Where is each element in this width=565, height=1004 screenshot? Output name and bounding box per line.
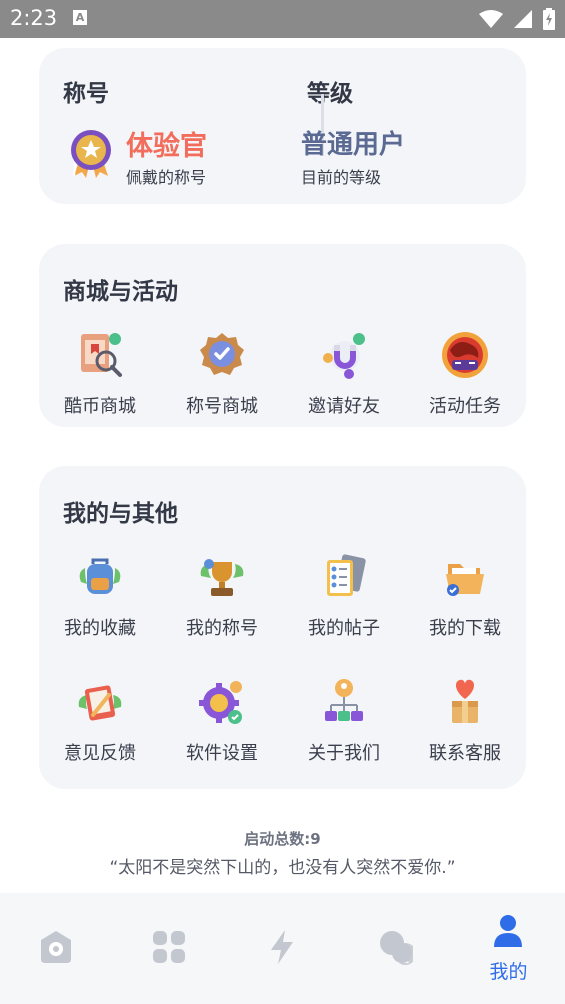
my-titles-label: 我的称号 (186, 618, 258, 639)
nav-apps[interactable] (113, 893, 226, 1004)
battery-icon (543, 8, 555, 30)
title-header: 称号 (63, 81, 109, 107)
status-bar: 2:23 A (0, 0, 565, 38)
notification-a-icon: A (73, 10, 87, 25)
level-header: 等级 (307, 81, 353, 107)
activity-tasks-button[interactable]: 活动任务 (405, 330, 525, 418)
wifi-icon (478, 10, 503, 28)
level-name: 普通用户 (301, 130, 406, 160)
settings-label: 软件设置 (186, 743, 258, 764)
activity-dragon-icon (442, 332, 488, 378)
title-mall-icon (200, 333, 244, 375)
system-icons (474, 8, 555, 30)
invite-friends-button[interactable]: 邀请好友 (284, 330, 404, 418)
contact-support-heart-box-icon (452, 679, 478, 723)
my-favorites-button[interactable]: 我的收藏 (40, 552, 160, 640)
signal-icon (513, 10, 532, 28)
my-downloads-button[interactable]: 我的下载 (405, 552, 525, 640)
bottom-nav: 我的 (0, 893, 565, 1004)
daily-quote: “太阳不是突然下山的，也没有人突然不爱你.” (109, 858, 456, 878)
contact-support-label: 联系客服 (429, 743, 501, 764)
my-downloads-folder-icon (446, 564, 484, 596)
about-us-button[interactable]: 关于我们 (284, 677, 404, 765)
nav-mine[interactable]: 我的 (452, 893, 565, 1004)
user-profile-icon (494, 915, 522, 947)
title-mall-button[interactable]: 称号商城 (162, 330, 282, 418)
about-us-label: 关于我们 (308, 743, 380, 764)
coin-mall-icon (81, 333, 122, 377)
feedback-label: 意见反馈 (64, 743, 136, 764)
contact-support-button[interactable]: 联系客服 (405, 677, 525, 765)
title-mall-label: 称号商城 (186, 396, 258, 417)
invite-friends-label: 邀请好友 (308, 396, 380, 417)
status-time: 2:23 (10, 6, 58, 30)
profile-card: 称号 等级 (39, 48, 526, 204)
favorites-backpack-icon (79, 558, 121, 594)
nav-home[interactable] (0, 893, 113, 1004)
feedback-pen-icon (78, 685, 122, 721)
coin-mall-label: 酷币商城 (64, 396, 136, 417)
mall-header: 商城与活动 (63, 279, 178, 305)
settings-gear-icon (199, 681, 242, 724)
home-location-icon (41, 931, 71, 963)
my-favorites-label: 我的收藏 (64, 618, 136, 639)
title-medal-icon (71, 130, 111, 178)
feedback-button[interactable]: 意见反馈 (40, 677, 160, 765)
invite-magnet-icon (323, 333, 365, 379)
about-us-team-icon (325, 679, 363, 721)
chat-bubbles-icon (380, 931, 413, 965)
boot-count: 启动总数:9 (244, 830, 321, 848)
my-posts-checklist-icon (327, 554, 366, 596)
nav-mine-label: 我的 (489, 961, 528, 983)
mine-header: 我的与其他 (63, 501, 178, 527)
activity-tasks-label: 活动任务 (429, 396, 501, 417)
title-sub: 佩戴的称号 (126, 168, 207, 187)
my-titles-button[interactable]: 我的称号 (162, 552, 282, 640)
lightning-icon (271, 930, 293, 964)
my-titles-trophy-icon (200, 559, 244, 596)
coin-mall-button[interactable]: 酷币商城 (40, 330, 160, 418)
title-name: 体验官 (126, 131, 207, 162)
apps-grid-icon (153, 931, 185, 963)
my-downloads-label: 我的下载 (429, 618, 501, 639)
my-posts-button[interactable]: 我的帖子 (284, 552, 404, 640)
settings-button[interactable]: 软件设置 (162, 677, 282, 765)
nav-messages[interactable] (339, 893, 452, 1004)
my-posts-label: 我的帖子 (308, 618, 380, 639)
level-sub: 目前的等级 (301, 168, 382, 187)
nav-flash[interactable] (226, 893, 339, 1004)
